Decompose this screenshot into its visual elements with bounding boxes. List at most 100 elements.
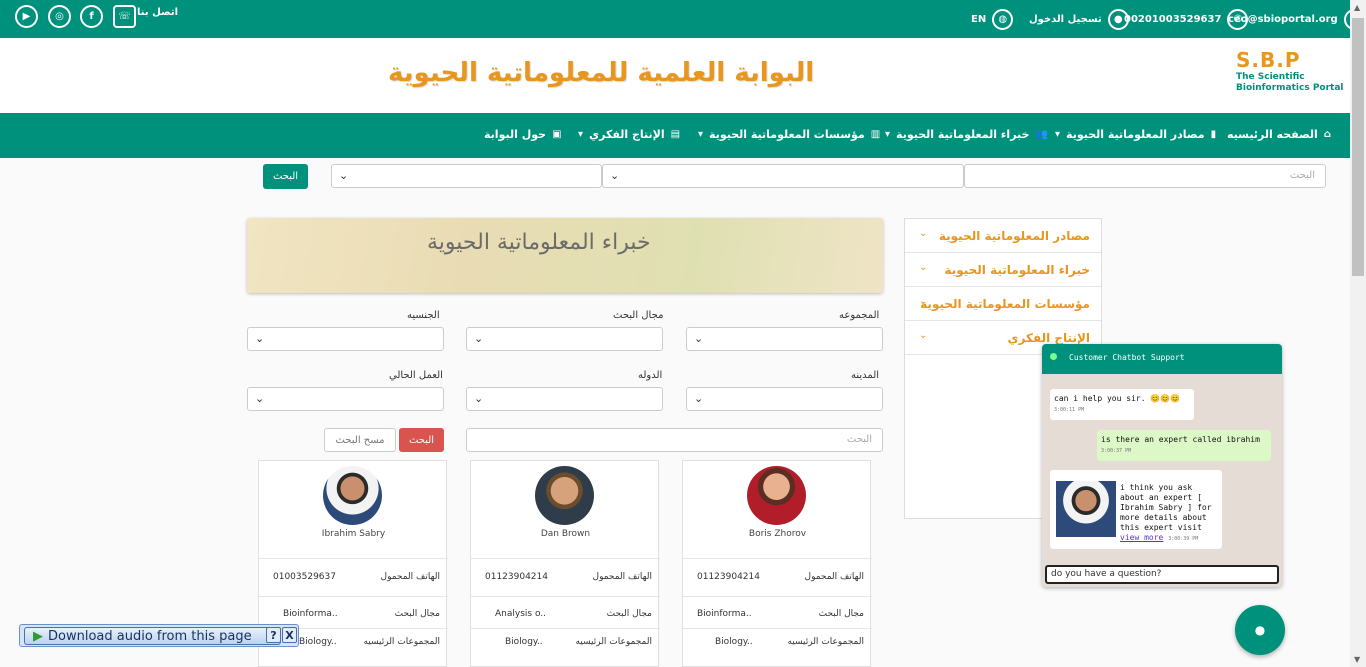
scroll-down-icon[interactable]: ▼ bbox=[1354, 655, 1360, 664]
chatbot-header: Customer Chatbot Support bbox=[1042, 344, 1282, 374]
contact-us-label: اتصل بنا bbox=[137, 7, 179, 18]
nav-home-label: الصفحه الرئيسيه bbox=[1227, 128, 1318, 141]
nav-home[interactable]: ⌂ الصفحه الرئيسيه bbox=[1227, 128, 1331, 141]
help-button[interactable]: ? bbox=[266, 627, 281, 643]
nav-experts[interactable]: 👥 خبراء المعلوماتية الحيوية ▾ bbox=[885, 128, 1048, 141]
language-switch[interactable]: EN ◍ bbox=[971, 9, 1014, 30]
view-more-link[interactable]: view more bbox=[1120, 533, 1163, 542]
id-card-icon: ▣ bbox=[552, 129, 562, 140]
site-title: البوابة العلمية للمعلوماتية الحيوية bbox=[388, 58, 815, 88]
phone-value: 01123904214 bbox=[485, 572, 548, 582]
sidebar-item-label: مصادر المعلوماتية الحيوية bbox=[938, 229, 1090, 243]
phone-label: الهاتف المحمول bbox=[804, 572, 864, 582]
nav-about-label: حول البوابة bbox=[484, 128, 547, 141]
scrollbar-thumb[interactable] bbox=[1352, 18, 1364, 276]
phone-link[interactable]: 00201003529637 ✆ bbox=[1124, 9, 1249, 30]
chevron-down-icon: ⌄ bbox=[339, 169, 349, 182]
scroll-up-icon[interactable]: ▲ bbox=[1354, 3, 1360, 12]
expert-card[interactable]: Boris Zhorov الهاتف المحمول 01123904214 … bbox=[682, 460, 872, 667]
group-label: المجموعات الرئيسيه bbox=[363, 637, 440, 647]
phone-value: 01003529637 bbox=[273, 572, 336, 582]
group-value: Biology.. bbox=[299, 637, 337, 647]
message-text: i think you ask about an expert [ Ibrahi… bbox=[1120, 483, 1212, 532]
sidebar-item-label: الإنتاج الفكري bbox=[1007, 331, 1090, 345]
email-link[interactable]: ceo@sbioportal.org ✉ bbox=[1228, 9, 1365, 30]
top-bar: ceo@sbioportal.org ✉ 00201003529637 ✆ تس… bbox=[0, 0, 1365, 38]
divider bbox=[683, 596, 872, 597]
chat-message-input[interactable]: do you have a question? bbox=[1045, 565, 1279, 584]
field-label: مجال البحث bbox=[818, 609, 864, 619]
nav-output-label: الإنتاج الفكري bbox=[589, 128, 665, 141]
divider bbox=[471, 558, 660, 559]
user-icon: ● bbox=[1107, 9, 1129, 30]
chevron-down-icon: ⌄ bbox=[919, 296, 928, 307]
expert-name[interactable]: Boris Zhorov bbox=[683, 529, 872, 539]
nav-sources[interactable]: ▮ مصادر المعلوماتية الحيوية ▾ bbox=[1055, 128, 1216, 141]
site-header: البوابة العلمية للمعلوماتية الحيوية S.B.… bbox=[0, 38, 1350, 113]
site-logo[interactable]: S.B.P The Scientific Bioinformatics Port… bbox=[1236, 48, 1346, 108]
bot-message: can i help you sir. 😊😊😊 3:00:11 PM bbox=[1050, 389, 1194, 420]
country-select[interactable]: ⌄ bbox=[466, 387, 663, 411]
book-icon: ▮ bbox=[1210, 129, 1217, 140]
sidebar-item-experts[interactable]: خبراء المعلوماتية الحيوية ⌄ bbox=[905, 253, 1101, 287]
chatbot-window: Customer Chatbot Support can i help you … bbox=[1042, 344, 1282, 587]
job-select[interactable]: ⌄ bbox=[247, 387, 444, 411]
chat-toggle-button[interactable]: ● bbox=[1235, 605, 1285, 655]
chevron-down-icon: ⌄ bbox=[255, 392, 265, 405]
nationality-label: الجنسيه bbox=[407, 310, 440, 321]
instagram-icon[interactable]: ◎ bbox=[48, 5, 71, 28]
audio-download-widget: ▶ Download audio from this page ? X bbox=[19, 624, 299, 647]
message-time: 3:00:11 PM bbox=[1054, 407, 1085, 413]
job-label: العمل الحالي bbox=[389, 370, 443, 381]
divider bbox=[259, 558, 448, 559]
sidebar-item-sources[interactable]: مصادر المعلوماتية الحيوية ⌄ bbox=[905, 219, 1101, 253]
search-select-2[interactable]: ⌄ bbox=[602, 164, 964, 188]
home-icon: ⌂ bbox=[1323, 129, 1331, 140]
login-link[interactable]: تسجيل الدخول ● bbox=[1029, 9, 1129, 30]
global-search-input[interactable]: البحث bbox=[964, 164, 1326, 188]
globe-icon: ◍ bbox=[992, 9, 1014, 30]
nav-institutions[interactable]: ▥ مؤسسات المعلوماتية الحيوية ▾ bbox=[698, 128, 880, 141]
chevron-down-icon: ⌄ bbox=[919, 330, 928, 341]
group-label: المجموعات الرئيسيه bbox=[575, 637, 652, 647]
banner-title: خبراء المعلوماتية الحيوية bbox=[427, 230, 651, 255]
global-search-button[interactable]: البحث bbox=[263, 164, 308, 189]
users-icon: 👥 bbox=[1035, 129, 1048, 140]
nav-output[interactable]: ▤ الإنتاج الفكري ▾ bbox=[578, 128, 680, 141]
expert-name[interactable]: Ibrahim Sabry bbox=[259, 529, 448, 539]
contact-us-link[interactable]: اتصل بنا bbox=[137, 7, 178, 18]
sidebar-item-institutions[interactable]: مؤسسات المعلوماتية الحيوية ⌄ bbox=[905, 287, 1101, 321]
expert-name[interactable]: Dan Brown bbox=[471, 529, 660, 539]
contact-icon[interactable]: ☏ bbox=[113, 5, 136, 28]
facebook-icon[interactable]: f bbox=[80, 5, 103, 28]
message-text: can i help you sir. 😊😊😊 bbox=[1054, 394, 1181, 403]
youtube-icon[interactable]: ▶ bbox=[15, 5, 38, 28]
field-value: Analysis o.. bbox=[495, 609, 547, 619]
page-scrollbar[interactable]: ▲ ▼ bbox=[1350, 0, 1366, 667]
message-text: is there an expert called ibrahim bbox=[1101, 435, 1260, 444]
section-banner: خبراء المعلوماتية الحيوية bbox=[247, 218, 883, 293]
expert-search-button[interactable]: البحث bbox=[399, 428, 444, 452]
message-time: 3:00:37 PM bbox=[1101, 448, 1132, 454]
group-select[interactable]: ⌄ bbox=[686, 327, 883, 351]
caret-down-icon: ▾ bbox=[578, 129, 584, 140]
search-select-1[interactable]: ⌄ bbox=[331, 164, 602, 188]
expert-card[interactable]: Dan Brown الهاتف المحمول 01123904214 مجا… bbox=[470, 460, 660, 667]
language-label: EN bbox=[971, 14, 987, 25]
building-icon: ▥ bbox=[870, 129, 881, 140]
field-label: مجال البحث bbox=[394, 609, 440, 619]
nationality-select[interactable]: ⌄ bbox=[247, 327, 444, 351]
chevron-down-icon: ⌄ bbox=[474, 332, 484, 345]
main-nav: ⌂ الصفحه الرئيسيه ▮ مصادر المعلوماتية ال… bbox=[0, 113, 1350, 158]
download-audio-button[interactable]: ▶ Download audio from this page bbox=[24, 627, 281, 645]
city-select[interactable]: ⌄ bbox=[686, 387, 883, 411]
clear-search-button[interactable]: مسح البحث bbox=[324, 428, 396, 452]
close-button[interactable]: X bbox=[282, 627, 297, 643]
expert-search-input[interactable]: البحث bbox=[466, 428, 883, 452]
phone-icon: ✆ bbox=[1227, 9, 1249, 30]
field-select[interactable]: ⌄ bbox=[466, 327, 663, 351]
nav-about[interactable]: ▣ حول البوابة bbox=[484, 128, 562, 141]
avatar bbox=[747, 466, 806, 525]
newspaper-icon: ▤ bbox=[670, 129, 681, 140]
divider bbox=[259, 596, 448, 597]
